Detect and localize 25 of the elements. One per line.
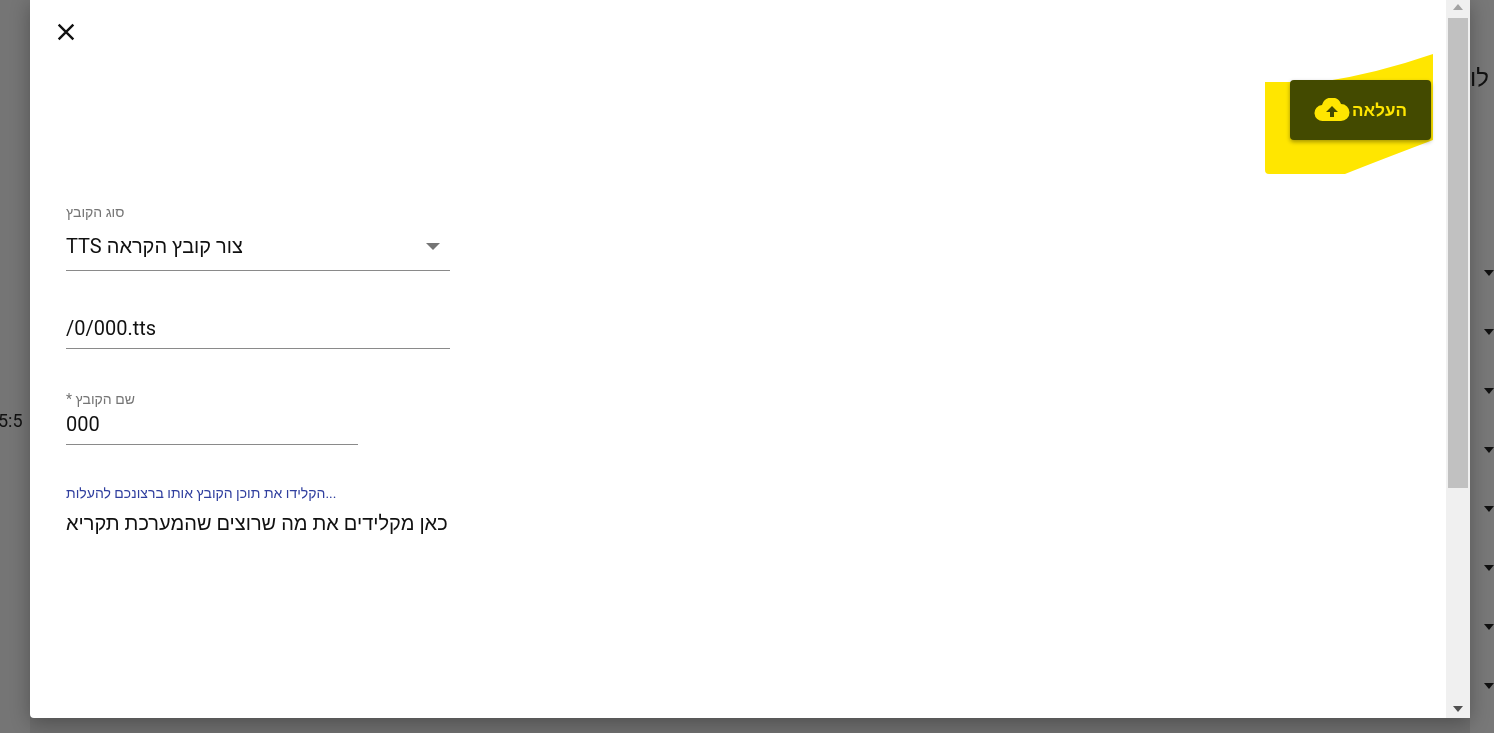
- scroll-down-icon[interactable]: [1453, 706, 1463, 712]
- caret-icon: [1484, 565, 1494, 571]
- caret-icon: [1484, 270, 1494, 276]
- file-type-select[interactable]: TTS צור קובץ הקראה: [66, 222, 450, 271]
- text-area[interactable]: כאן מקלידים את מה שרוצים שהמערכת תקריא: [66, 503, 546, 571]
- dropdown-icon: [426, 242, 440, 250]
- caret-icon: [1484, 683, 1494, 689]
- scroll-up-icon[interactable]: [1453, 4, 1463, 10]
- scrollbar-thumb[interactable]: [1448, 18, 1468, 488]
- input-field[interactable]: 000: [66, 409, 358, 445]
- upload-button[interactable]: העלאה: [1290, 80, 1431, 140]
- field-label: הקלידו את תוכן הקובץ אותו ברצונכם להעלות...: [66, 484, 338, 503]
- time-text: 5:5: [0, 410, 23, 431]
- caret-icon: [1484, 447, 1494, 453]
- scrollbar[interactable]: [1446, 0, 1470, 718]
- caret-icon: [1484, 506, 1494, 512]
- close-icon[interactable]: [55, 21, 77, 43]
- caret-icon: [1484, 329, 1494, 335]
- caret-icon: [1484, 624, 1494, 630]
- input-field[interactable]: /0/000.tts: [66, 313, 450, 349]
- field-label: סוג הקובץ: [66, 203, 126, 222]
- page-title: לו: [1470, 64, 1489, 92]
- field-label: * שם הקובץ: [66, 390, 136, 409]
- caret-icon: [1484, 388, 1494, 394]
- cloud-upload-icon: [1314, 98, 1351, 122]
